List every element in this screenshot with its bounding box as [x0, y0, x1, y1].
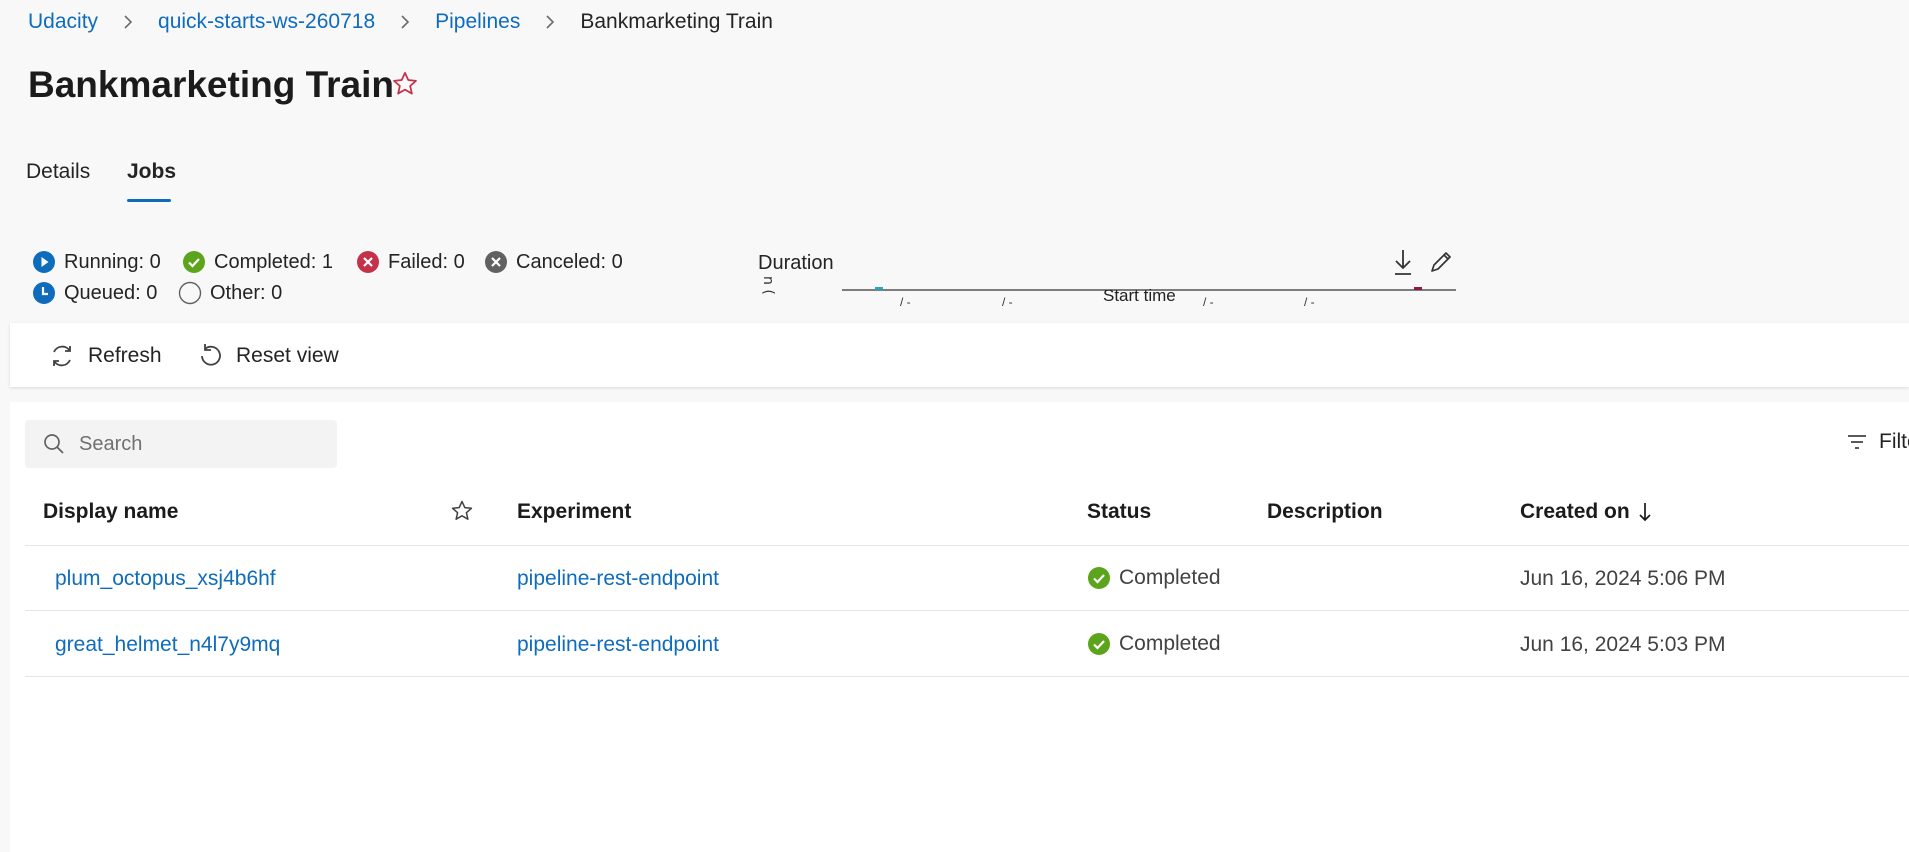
failed-icon: [357, 251, 379, 273]
duration-point-2: [1414, 287, 1422, 290]
status-failed-label: Failed: 0: [388, 250, 465, 273]
breadcrumb-link-workspace[interactable]: quick-starts-ws-260718: [158, 10, 375, 34]
chevron-right-icon: [122, 14, 134, 30]
tick-label: / -: [900, 295, 911, 309]
filter-button[interactable]: Filter: [1845, 430, 1909, 454]
tick-label: / -: [1002, 295, 1013, 309]
refresh-button[interactable]: Refresh: [48, 342, 162, 370]
duration-chart-title: Duration: [758, 252, 834, 274]
favorite-star-icon[interactable]: [391, 70, 423, 102]
status-queued-label: Queued: 0: [64, 281, 158, 304]
status-completed-label: Completed: 1: [214, 250, 333, 273]
tick-label: / -: [1304, 295, 1315, 309]
column-header-experiment[interactable]: Experiment: [517, 500, 631, 524]
filter-button-label: Filter: [1879, 430, 1909, 453]
status-badge: Completed: [1087, 566, 1221, 590]
job-display-name-link[interactable]: plum_octopus_xsj4b6hf: [55, 567, 276, 591]
download-icon[interactable]: [1392, 248, 1414, 281]
status-other-label: Other: 0: [210, 281, 283, 304]
status-completed[interactable]: Completed: 1: [182, 250, 333, 274]
active-tab-indicator: [127, 199, 171, 202]
chevron-right-icon: [544, 14, 556, 30]
status-running[interactable]: Running: 0: [32, 250, 161, 274]
column-header-created-on-label: Created on: [1520, 500, 1630, 523]
column-header-display-name[interactable]: Display name: [43, 500, 178, 524]
job-display-name-link[interactable]: great_helmet_n4l7y9mq: [55, 633, 280, 657]
breadcrumb-link-workspace-root[interactable]: Udacity: [28, 10, 98, 34]
edit-icon[interactable]: [1427, 248, 1455, 281]
status-badge: Completed: [1087, 632, 1221, 656]
sort-down-icon: [1639, 503, 1651, 522]
duration-point-1: [875, 287, 883, 290]
chevron-right-icon: [399, 14, 411, 30]
page-title: Bankmarketing Train: [28, 64, 395, 105]
status-text: Completed: [1119, 566, 1221, 589]
filter-icon: [1848, 435, 1866, 449]
breadcrumb-link-pipelines[interactable]: Pipelines: [435, 10, 520, 34]
row-divider: [25, 676, 1909, 677]
tab-details[interactable]: Details: [26, 160, 90, 184]
check-circle-icon: [1088, 633, 1110, 655]
reset-view-button-label: Reset view: [236, 344, 339, 367]
status-failed[interactable]: Failed: 0: [356, 250, 465, 274]
star-outline-icon[interactable]: [450, 499, 474, 528]
running-icon: [33, 251, 55, 273]
experiment-link[interactable]: pipeline-rest-endpoint: [517, 633, 719, 657]
check-circle-icon: [1088, 567, 1110, 589]
status-queued[interactable]: Queued: 0: [32, 281, 157, 305]
refresh-button-label: Refresh: [88, 344, 162, 367]
check-circle-icon: [183, 251, 205, 273]
search-icon: [44, 434, 64, 454]
search-input[interactable]: [79, 432, 309, 456]
tab-jobs[interactable]: Jobs: [127, 160, 176, 184]
status-text: Completed: [1119, 632, 1221, 655]
duration-x-axis-label: Start time: [1103, 286, 1176, 305]
tick-label: / -: [1203, 295, 1214, 309]
queued-icon: [33, 282, 55, 304]
created-on-cell: Jun 16, 2024 5:06 PM: [1520, 567, 1726, 590]
status-canceled[interactable]: Canceled: 0: [484, 250, 623, 274]
breadcrumb-current: Bankmarketing Train: [580, 10, 773, 33]
experiment-link[interactable]: pipeline-rest-endpoint: [517, 567, 719, 591]
jobs-panel: [10, 402, 1909, 852]
column-header-status[interactable]: Status: [1087, 500, 1151, 524]
refresh-icon: [53, 345, 71, 367]
breadcrumb: Udacity quick-starts-ws-260718 Pipelines…: [28, 10, 773, 34]
reset-icon: [201, 344, 221, 366]
duration-y-axis-label-fragment: n (: [760, 276, 776, 295]
header-divider: [25, 545, 1909, 546]
reset-view-button[interactable]: Reset view: [196, 342, 339, 370]
column-header-description[interactable]: Description: [1267, 500, 1383, 524]
status-running-label: Running: 0: [64, 250, 161, 273]
created-on-cell: Jun 16, 2024 5:03 PM: [1520, 633, 1726, 656]
column-header-created-on[interactable]: Created on: [1520, 500, 1652, 524]
status-canceled-label: Canceled: 0: [516, 250, 623, 273]
status-other[interactable]: Other: 0: [178, 281, 282, 305]
other-icon: [178, 281, 202, 305]
search-box[interactable]: [25, 420, 337, 468]
canceled-icon: [485, 251, 507, 273]
row-divider: [25, 610, 1909, 611]
